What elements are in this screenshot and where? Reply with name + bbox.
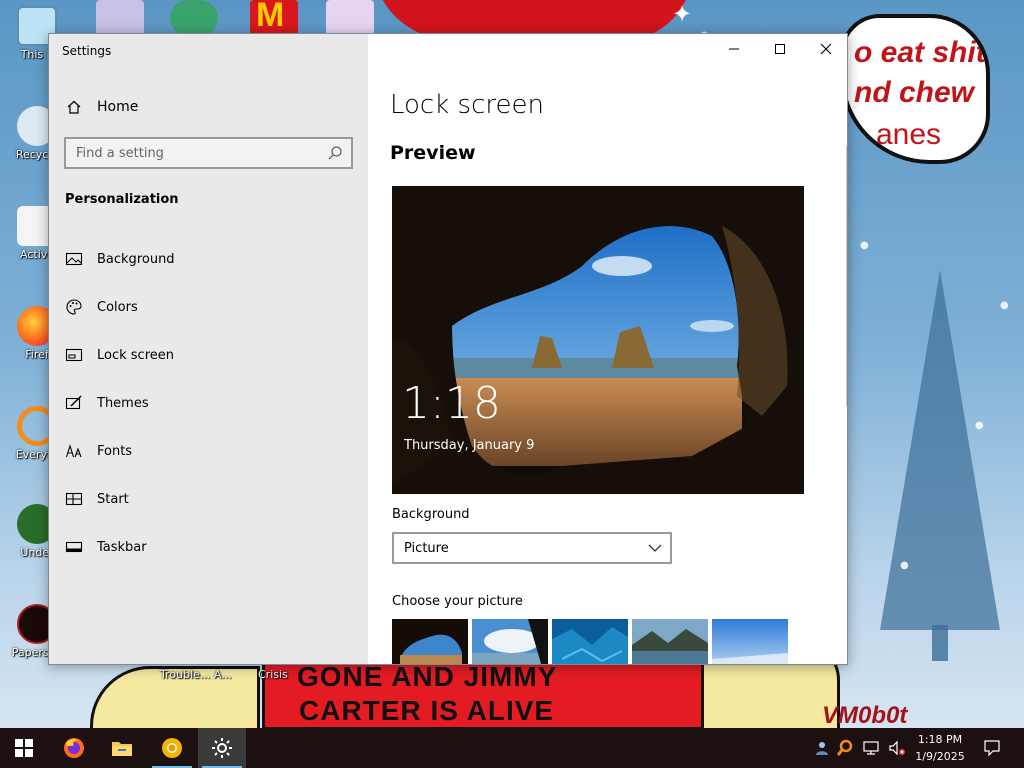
choose-picture-label: Choose your picture [392,594,523,609]
preview-date: Thursday, January 9 [404,438,535,453]
start-grid-icon [65,490,83,508]
notification-icon [984,740,1000,757]
tray-time: 1:18 PM [917,733,963,746]
lock-screen-icon [65,346,83,364]
taskbar-file-explorer[interactable] [98,728,146,768]
bubble-text-3: anes [876,118,942,151]
nav-item-fonts[interactable]: Fonts [49,427,368,475]
lock-screen-preview: 1:18 Thursday, January 9 [392,186,804,494]
thumbnail-cave[interactable] [392,619,468,664]
nav-item-lock-screen[interactable]: Lock screen [49,331,368,379]
minimize-icon [729,48,739,50]
find-setting-search[interactable] [64,137,353,169]
wallpaper-tree [880,270,1000,661]
snowflake-icon: ● [1000,300,1009,311]
minimize-button[interactable] [711,34,757,64]
thumbnail-clouds[interactable] [472,619,548,664]
tray-volume[interactable] [882,728,912,768]
thumbnail-lake[interactable] [632,619,708,664]
desktop-icon-top-4[interactable] [326,0,374,36]
brush-icon [65,394,83,412]
preview-time: 1:18 [402,378,501,429]
banner-text-1: GONE AND JIMMY [297,661,558,692]
taskbar-chrome-canary[interactable] [148,728,196,768]
page-title: Lock screen [390,90,544,120]
nav-item-background[interactable]: Background [49,235,368,283]
snowflake-icon: ● [900,560,909,571]
background-dropdown[interactable]: Picture [392,532,672,564]
bubble-text-1: o eat shit [854,36,986,69]
fonts-icon [65,442,83,460]
nav-item-label: Start [97,491,129,507]
settings-nav-pane: Settings Home Personalization Background [49,34,368,664]
nav-item-start[interactable]: Start [49,475,368,523]
personalization-nav-list: Background Colors Lock screen Themes Fon… [49,235,368,571]
home-icon [66,99,82,115]
preview-heading: Preview [390,142,476,164]
taskbar: 1:18 PM 1/9/2025 [0,728,1024,768]
wallpaper-signature: VM0b0t [822,702,908,728]
desktop-icon-top-2[interactable] [170,0,218,36]
nav-item-label: Fonts [97,443,133,459]
sparkle-icon: ✦ [672,0,693,28]
thumbnail-ice[interactable] [552,619,628,664]
file-explorer-icon [112,742,132,756]
tray-clock[interactable]: 1:18 PM 1/9/2025 [910,731,970,765]
desktop-icon-top-1[interactable] [96,0,144,36]
nav-item-label: Colors [97,299,138,315]
settings-gear-icon [212,738,232,758]
network-icon [863,741,879,755]
search-icon[interactable] [327,145,343,161]
bubble-text-2: nd chew [854,76,975,109]
action-center-button[interactable] [970,728,1014,768]
maximize-icon [775,44,785,54]
background-label: Background [392,507,470,522]
desktop-icon-label: Firef [25,348,49,361]
nav-item-label: Themes [97,395,149,411]
nav-item-colors[interactable]: Colors [49,283,368,331]
snowflake-icon: ● [860,240,869,251]
close-icon [820,43,832,55]
thumbnail-sky[interactable] [712,619,788,664]
window-title: Settings [62,44,112,58]
nav-home[interactable]: Home [49,90,368,124]
content-scrollbar[interactable] [846,146,847,406]
mcdonalds-icon[interactable]: M [250,0,298,36]
chrome-canary-icon [162,738,182,758]
section-heading: Personalization [65,192,179,207]
nav-home-label: Home [97,99,139,115]
taskbar-icon [65,538,83,556]
nav-item-label: Background [97,251,175,267]
everything-search-icon [836,739,853,756]
close-button[interactable] [803,34,847,64]
search-input[interactable] [76,145,316,161]
taskbar-firefox[interactable] [50,728,98,768]
taskbar-settings[interactable] [198,728,246,768]
start-button[interactable] [0,728,48,768]
nav-item-label: Taskbar [97,539,147,555]
settings-window: Settings Home Personalization Background [48,33,848,665]
maximize-button[interactable] [757,34,803,64]
start-icon [15,739,33,757]
volume-muted-icon [889,740,906,756]
desktop-icon-label[interactable]: Trouble... A... [160,668,232,681]
firefox-icon [64,738,84,758]
tray-date: 1/9/2025 [915,750,965,763]
palette-icon [65,298,83,316]
background-dropdown-value: Picture [404,540,449,556]
picture-thumbnails [392,619,788,664]
banner-text-2: CARTER IS ALIVE [299,695,555,726]
picture-icon [65,250,83,268]
desktop-icon-label[interactable]: Crisis [258,668,288,681]
chevron-down-icon [648,544,662,552]
wallpaper-banner: GONE AND JIMMY CARTER IS ALIVE [262,660,704,728]
snowflake-icon: ● [975,420,984,431]
wallpaper-speech-bubble: o eat shit nd chew anes [840,14,990,164]
settings-content-pane: Lock screen Preview 1:18 Thursday, Janua… [368,34,847,664]
nav-item-themes[interactable]: Themes [49,379,368,427]
nav-item-label: Lock screen [97,347,174,363]
nav-item-taskbar[interactable]: Taskbar [49,523,368,571]
